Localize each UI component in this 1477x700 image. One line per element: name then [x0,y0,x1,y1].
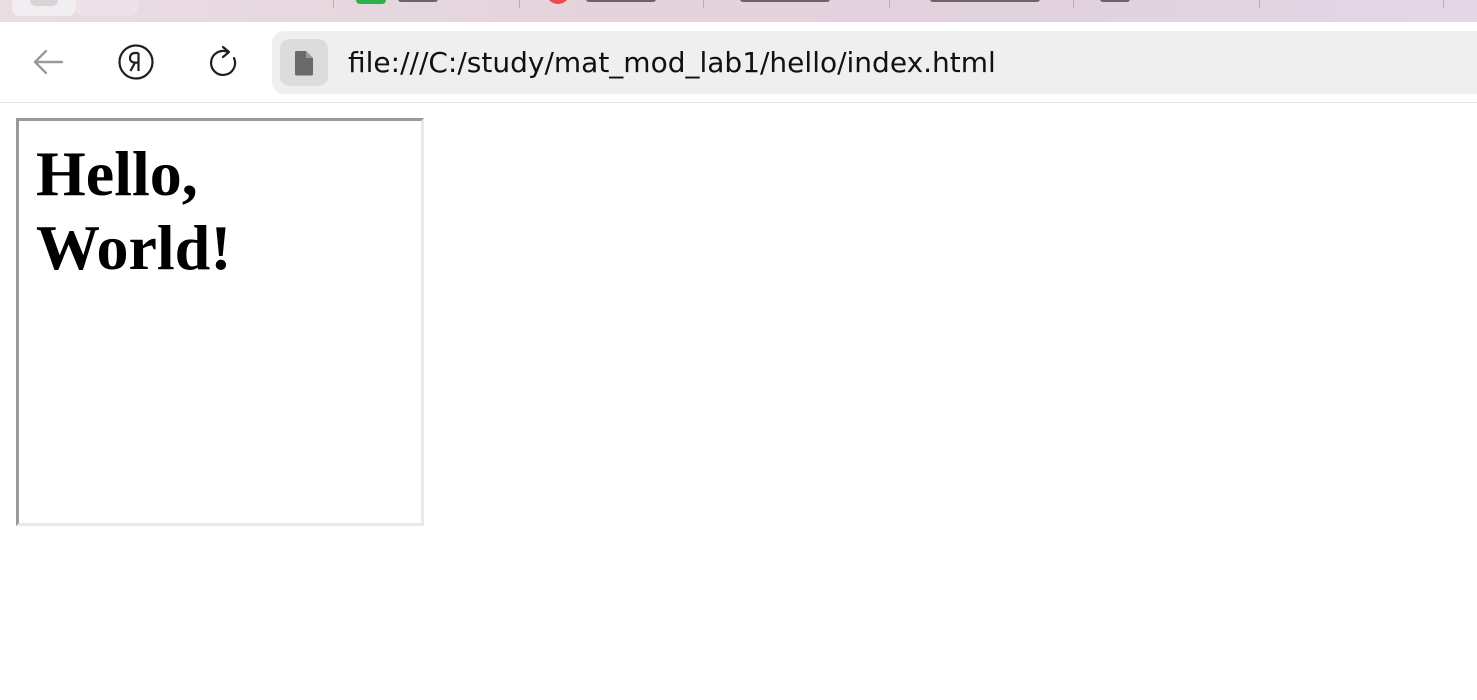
tab-favicon-red[interactable] [546,0,570,4]
tab-separator [519,0,520,8]
tab-separator [1073,0,1074,8]
page-heading: Hello, World! [36,138,232,283]
tab-title-fragment[interactable] [740,0,830,2]
tab-active[interactable] [12,0,76,16]
tab-separator [1259,0,1260,8]
tab-strip [0,0,1477,22]
address-bar[interactable]: file:///C:/study/mat_mod_lab1/hello/inde… [272,31,1477,94]
tab-separator [333,0,334,8]
reload-button[interactable] [202,40,246,84]
tab-separator [889,0,890,8]
tab-separator [703,0,704,8]
yandex-logo-icon [118,44,154,80]
yandex-button[interactable] [114,40,158,84]
file-icon [294,50,313,75]
tab-title-fragment[interactable] [1100,0,1130,2]
content-frame: Hello, World! [16,118,424,526]
tab-favicon-green[interactable] [356,0,386,4]
tab-separator [1443,0,1444,8]
url-text[interactable]: file:///C:/study/mat_mod_lab1/hello/inde… [348,45,996,81]
tab-favicon [30,0,58,6]
site-info-button[interactable] [280,39,328,86]
reload-icon [210,45,237,76]
tab-title-fragment[interactable] [586,0,656,2]
arrow-left-icon [33,49,64,75]
back-button[interactable] [26,40,70,84]
toolbar-divider [0,102,1477,103]
tab-item[interactable] [76,0,138,16]
tab-title-fragment[interactable] [398,0,438,2]
tab-title-fragment[interactable] [930,0,1040,2]
